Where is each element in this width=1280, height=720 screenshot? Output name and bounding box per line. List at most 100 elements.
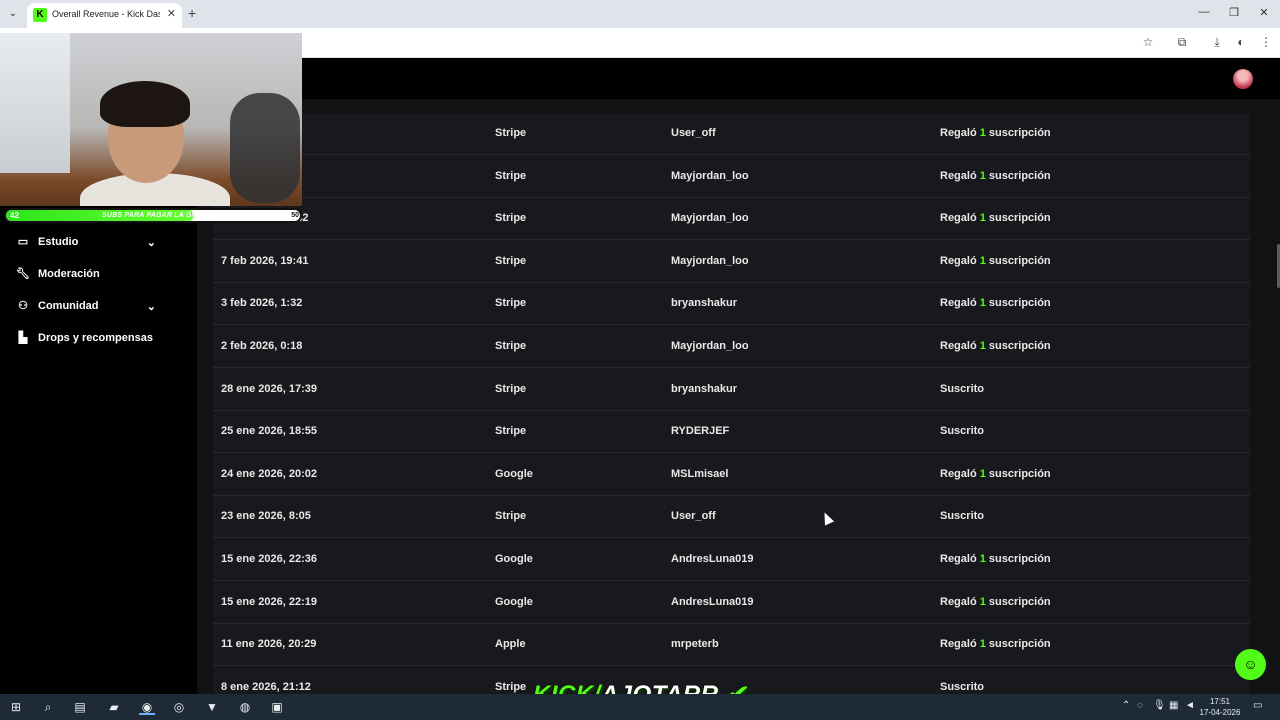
row-type-prefix: Suscrito xyxy=(940,510,985,523)
user-avatar[interactable] xyxy=(1233,69,1253,89)
restore-icon[interactable]: ❐ xyxy=(1226,6,1242,19)
new-tab-button[interactable]: + xyxy=(188,5,196,21)
cam-exercise-machine xyxy=(230,93,300,203)
row-type-suffix: suscripción xyxy=(985,595,1051,608)
tray-app-icon[interactable]: ◌ xyxy=(1137,700,1143,711)
row-user: User_off xyxy=(671,510,716,523)
row-type: Regaló 1 suscripción xyxy=(940,468,1051,480)
table-row: 23 ene 2026, 8:05 Stripe User_off Suscrito xyxy=(213,496,1250,539)
profile-extension-icon[interactable]: ◐ xyxy=(1233,34,1249,50)
sidebar-item-estudio[interactable]: ▭ Estudio ⌄ xyxy=(16,232,186,252)
sidebar-item-label: Comunidad xyxy=(38,300,99,312)
row-type-prefix: Regaló xyxy=(940,254,980,267)
taskbar-clock[interactable]: 17:51 17-04-2026 xyxy=(1196,696,1244,718)
bookmark-star-icon[interactable]: ☆ xyxy=(1140,34,1156,50)
browser-tab-bar: ⌄ K Overall Revenue - Kick Dashboard ✕ +… xyxy=(0,0,1280,28)
task-view-icon[interactable]: ▤ xyxy=(72,699,88,715)
row-type: Suscrito xyxy=(940,510,984,522)
row-date: 2 feb 2026, 0:18 xyxy=(221,340,303,352)
row-user: bryanshakur xyxy=(671,382,738,395)
cam-person-hair xyxy=(100,81,190,127)
row-method: Stripe xyxy=(495,680,527,693)
network-icon[interactable]: ▦ xyxy=(1169,700,1178,711)
row-method: Stripe xyxy=(495,340,527,352)
row-user: Mayjordan_loo xyxy=(671,169,749,182)
row-user: User_off xyxy=(671,127,716,139)
row-type: Regaló 1 suscripción xyxy=(940,297,1051,309)
sub-goal-text: SUBS PARA PAGAR LA GRAFICA xyxy=(102,212,220,219)
row-user: AndresLuna019 xyxy=(671,595,754,608)
brave-icon[interactable]: ▼ xyxy=(204,699,220,715)
file-explorer-icon[interactable]: ▰ xyxy=(106,699,122,715)
microphone-icon[interactable]: 🎙︎ xyxy=(1153,700,1166,711)
extensions-icon[interactable]: ⧉ xyxy=(1174,34,1190,50)
row-date: 8 ene 2026, 21:12 xyxy=(221,680,311,693)
row-type: Suscrito xyxy=(940,383,984,395)
browser-menu-icon[interactable]: ⋮ xyxy=(1258,34,1274,50)
people-icon: ⚇ xyxy=(18,300,28,312)
row-type-prefix: Suscrito xyxy=(940,680,985,693)
search-icon[interactable]: ⌕ xyxy=(40,699,56,715)
notifications-icon[interactable]: ▭ xyxy=(1253,700,1262,711)
row-type-prefix: Suscrito xyxy=(940,382,985,395)
row-date: 25 ene 2026, 18:55 xyxy=(221,425,318,438)
support-chat-button[interactable]: ☺ xyxy=(1235,649,1266,680)
row-type-prefix: Regaló xyxy=(940,553,980,565)
row-date: 15 ene 2026, 22:36 xyxy=(221,553,318,565)
row-user: mrpeterb xyxy=(671,638,719,651)
window-close-icon[interactable]: ✕ xyxy=(1256,6,1272,19)
row-type-prefix: Suscrito xyxy=(940,425,985,438)
row-type-suffix: suscripción xyxy=(985,638,1051,651)
row-type-suffix: suscripción xyxy=(985,340,1051,352)
row-method: Stripe xyxy=(495,510,527,523)
table-row: 04StripeUser_offRegaló 1 suscripción xyxy=(213,113,1250,155)
discord-icon[interactable]: ◍ xyxy=(237,699,253,715)
chart-icon: ▙ xyxy=(18,332,28,344)
sub-goal-bar: 42 SUBS PARA PAGAR LA GRAFICA 50 xyxy=(4,208,302,223)
row-type-suffix: suscripción xyxy=(985,212,1051,225)
clock-time: 17:51 xyxy=(1209,697,1231,706)
windows-start-icon[interactable]: ⊞ xyxy=(8,699,24,715)
row-type: Regaló 1 suscripción xyxy=(940,596,1051,608)
row-type: Regaló 1 suscripción xyxy=(940,170,1051,182)
volume-icon[interactable]: ◄ xyxy=(1185,700,1195,711)
table-row: 15 ene 2026, 22:19 Google AndresLuna019 Reg… xyxy=(213,582,1250,624)
app-icon[interactable]: ▣ xyxy=(269,699,285,715)
obs-icon[interactable]: ◎ xyxy=(171,699,187,715)
tab-search-icon[interactable]: ⌄ xyxy=(6,7,20,21)
download-icon[interactable]: ⤓ xyxy=(1209,34,1225,50)
table-row: 11 ene 2026, 20:29 Apple mrpeterb Regaló 1 … xyxy=(213,624,1250,667)
chrome-icon[interactable]: ◉ xyxy=(139,699,155,715)
row-type-prefix: Regaló xyxy=(940,297,980,310)
row-date: 23 ene 2026, 8:05 xyxy=(221,510,311,523)
row-method: Stripe xyxy=(495,169,527,182)
row-type: Regaló 1 suscripción xyxy=(940,255,1051,267)
sidebar-item-label: Estudio xyxy=(38,236,79,248)
browser-tab[interactable]: K Overall Revenue - Kick Dashboard ✕ xyxy=(27,3,182,28)
sidebar-item-drops[interactable]: ▙ Drops y recompensas xyxy=(16,328,186,348)
row-user: AndresLuna019 xyxy=(671,553,754,565)
sub-goal-target: 50 xyxy=(291,212,299,219)
row-user: Mayjordan_loo xyxy=(671,212,749,225)
row-method: Google xyxy=(495,553,533,565)
table-row: 3 feb 2026, 1:32 Stripe bryanshakur Regaló … xyxy=(213,283,1250,326)
row-type-suffix: suscripción xyxy=(985,254,1051,267)
tray-chevron-icon[interactable]: ⌃ xyxy=(1122,700,1130,711)
row-date: 15 ene 2026, 22:19 xyxy=(221,595,318,608)
tab-close-icon[interactable]: ✕ xyxy=(167,7,176,20)
cam-window xyxy=(0,33,70,173)
minimize-icon[interactable]: — xyxy=(1196,6,1212,18)
row-type: Regaló 1 suscripción xyxy=(940,212,1051,224)
row-type-prefix: Regaló xyxy=(940,595,980,608)
sidebar-item-label: Moderación xyxy=(38,268,100,280)
table-row: 7 feb 2026, 19:42StripeMayjordan_looRega… xyxy=(213,198,1250,241)
sidebar-item-moderacion[interactable]: 🔧︎ Moderación xyxy=(16,264,186,284)
sidebar-item-label: Drops y recompensas xyxy=(38,332,153,344)
row-type: Regaló 1 suscripción xyxy=(940,127,1051,139)
table-row: 32StripeMayjordan_looRegaló 1 suscripció… xyxy=(213,156,1250,198)
tab-title: Overall Revenue - Kick Dashboard xyxy=(52,9,160,19)
sidebar-item-comunidad[interactable]: ⚇ Comunidad ⌄ xyxy=(16,296,186,316)
row-method: Stripe xyxy=(495,425,527,438)
table-row: 24 ene 2026, 20:02 Google MSLmisael Regaló … xyxy=(213,454,1250,496)
row-type-prefix: Regaló xyxy=(940,212,980,225)
